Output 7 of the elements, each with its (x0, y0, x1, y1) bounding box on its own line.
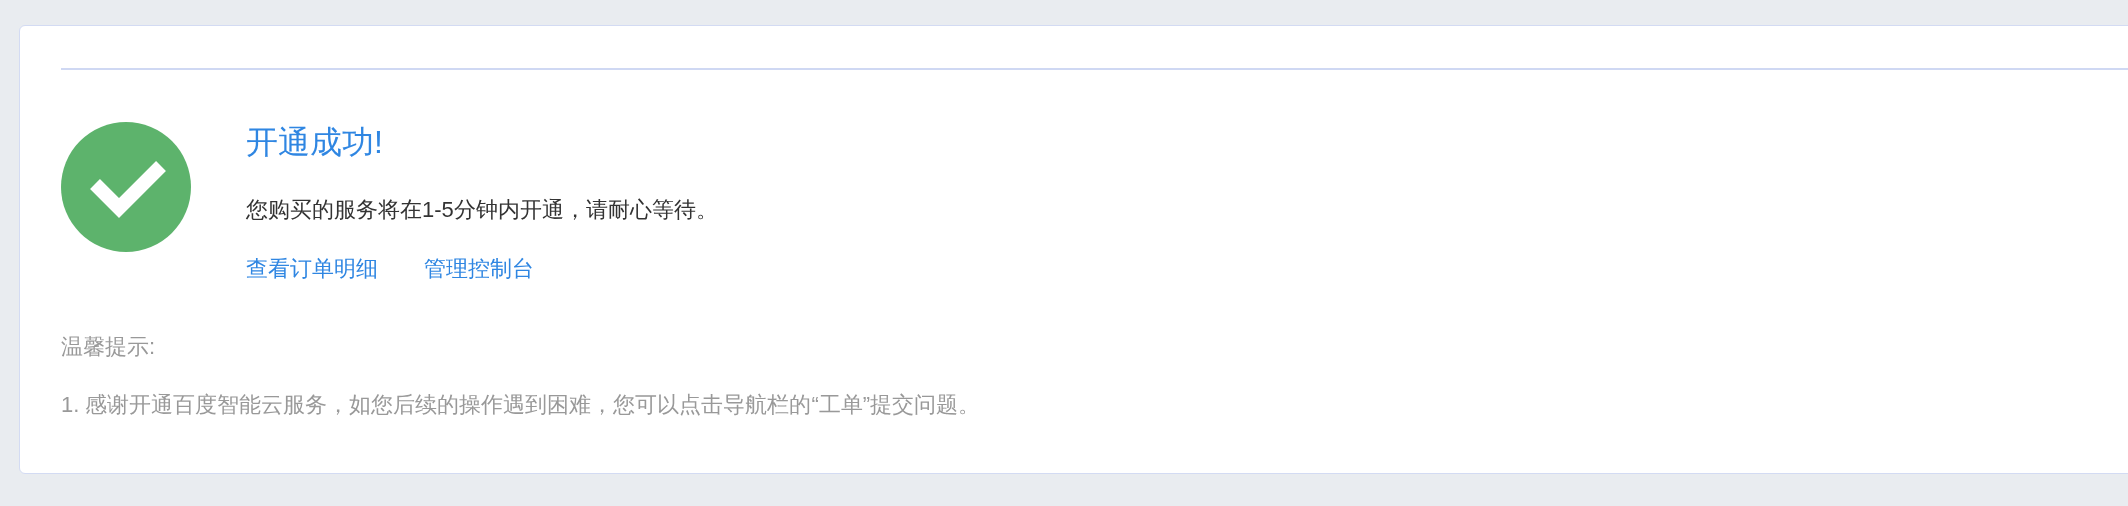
tips-heading: 温馨提示: (61, 333, 157, 361)
success-title: 开通成功! (246, 123, 384, 162)
action-link[interactable]: 查看订单明细 (246, 254, 378, 284)
success-check-icon (61, 122, 191, 252)
action-link[interactable]: 管理控制台 (424, 254, 534, 284)
tip-text: 1. 感谢开通百度智能云服务，如您后续的操作遇到困难，您可以点击导航栏的“工单”提交问题。 (61, 391, 982, 419)
success-message: 您购买的服务将在1-5分钟内开通，请耐心等待。 (246, 196, 718, 224)
